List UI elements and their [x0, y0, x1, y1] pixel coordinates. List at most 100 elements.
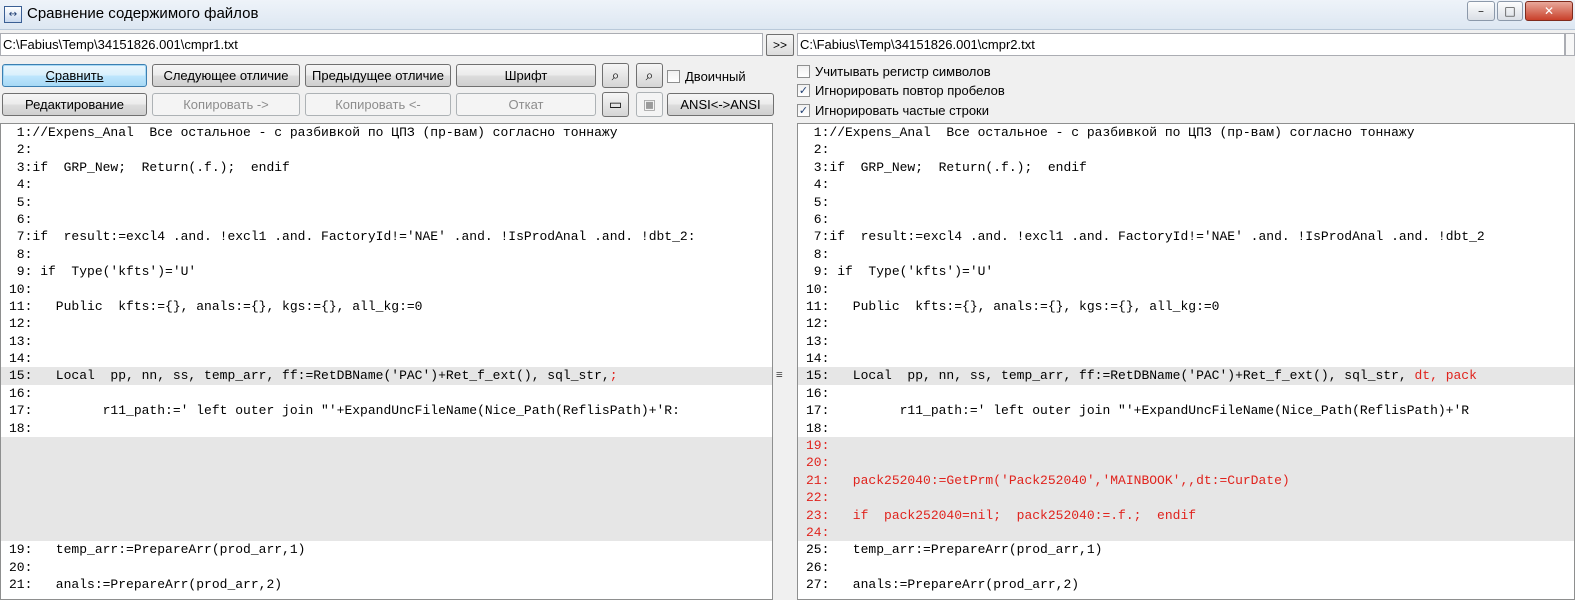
line-number: 8: — [9, 246, 33, 262]
left-lines: 1://Expens_Anal Все остальное - с разбив… — [1, 124, 772, 437]
compare-button[interactable]: Сравнить — [2, 64, 147, 87]
code-line[interactable]: 7:if result:=excl4 .and. !excl1 .and. Fa… — [798, 228, 1574, 245]
code-line[interactable]: 11: Public kfts:={}, anals:={}, kgs:={},… — [798, 298, 1574, 315]
code-line[interactable]: 14: — [798, 350, 1574, 367]
line-text: pack252040:=GetPrm('Pack252040','MAINBOO… — [829, 472, 1290, 488]
binoculars-plus-icon[interactable]: ⌕ — [636, 63, 663, 88]
ignore-spaces-checkbox[interactable]: ✓ — [797, 83, 810, 97]
binary-checkbox[interactable]: Двоичный — [667, 67, 746, 85]
line-text: if Type('kfts')='U' — [32, 264, 197, 280]
floppy-icon[interactable]: ▣ — [636, 92, 663, 117]
ignore-spaces-option[interactable]: ✓ Игнорировать повтор пробелов — [797, 81, 1005, 99]
code-line[interactable]: 4: — [798, 176, 1574, 193]
code-line[interactable]: 4: — [1, 176, 772, 193]
code-line[interactable]: 6: — [1, 211, 772, 228]
code-line[interactable]: 3:if GRP_New; Return(.f.); endif — [1, 159, 772, 176]
code-line[interactable]: 15: Local pp, nn, ss, temp_arr, ff:=RetD… — [1, 367, 772, 385]
code-line[interactable]: 26: — [798, 559, 1574, 576]
code-line[interactable]: 19: temp_arr:=PrepareArr(prod_arr,1) — [1, 541, 772, 558]
code-line[interactable]: 17: r11_path:=' left outer join "'+Expan… — [1, 402, 772, 419]
code-line[interactable]: 15: Local pp, nn, ss, temp_arr, ff:=RetD… — [798, 367, 1574, 385]
pane-splitter[interactable] — [773, 123, 797, 600]
code-line[interactable]: 7:if result:=excl4 .and. !excl1 .and. Fa… — [1, 228, 772, 245]
copy-left-button[interactable]: Копировать <- — [305, 93, 451, 116]
code-line[interactable]: 21: pack252040:=GetPrm('Pack252040','MAI… — [798, 471, 1574, 490]
diff-fragment: ; — [609, 368, 618, 384]
code-line[interactable]: 8: — [798, 246, 1574, 263]
code-line[interactable]: 10: — [1, 281, 772, 298]
left-file-path-input[interactable]: C:\Fabius\Temp\34151826.001\cmpr1.txt — [0, 33, 763, 56]
ignore-frequent-checkbox[interactable]: ✓ — [797, 103, 810, 117]
code-line[interactable]: 12: — [1, 315, 772, 332]
binoculars-icon[interactable]: ⌕ — [602, 63, 629, 88]
code-line[interactable]: 16: — [798, 385, 1574, 402]
swap-files-button[interactable]: >> — [766, 34, 794, 56]
code-line[interactable]: 21: anals:=PrepareArr(prod_arr,2) — [1, 576, 772, 593]
undo-button[interactable]: Откат — [456, 93, 596, 116]
code-line[interactable]: 10: — [798, 281, 1574, 298]
code-line[interactable]: 25: temp_arr:=PrepareArr(prod_arr,1) — [798, 541, 1574, 558]
right-text-pane[interactable]: 1://Expens_Anal Все остальное - с разбив… — [797, 123, 1575, 600]
prev-diff-button[interactable]: Предыдущее отличие — [305, 64, 451, 87]
code-line[interactable]: 9: if Type('kfts')='U' — [798, 263, 1574, 280]
minimize-button[interactable]: – — [1467, 1, 1495, 21]
line-number: 13: — [806, 333, 830, 349]
line-text: //Expens_Anal Все остальное - с разбивко… — [829, 125, 1415, 140]
code-line[interactable]: 5: — [1, 194, 772, 211]
right-path-browse-button[interactable] — [1565, 33, 1575, 56]
code-line[interactable]: 2: — [1, 141, 772, 158]
ignore-spaces-label: Игнорировать повтор пробелов — [815, 82, 1005, 98]
code-line[interactable]: 11: Public kfts:={}, anals:={}, kgs:={},… — [1, 298, 772, 315]
window-title: Сравнение содержимого файлов — [27, 5, 259, 22]
splitter-grip-icon[interactable]: ≡ — [776, 368, 783, 381]
line-number: 17: — [806, 403, 830, 419]
code-line[interactable]: 6: — [798, 211, 1574, 228]
code-line[interactable]: 14: — [1, 350, 772, 367]
ignore-frequent-option[interactable]: ✓ Игнорировать частые строки — [797, 101, 989, 119]
code-line[interactable]: 1://Expens_Anal Все остальное - с разбив… — [798, 124, 1574, 141]
ansi-button[interactable]: ANSI<->ANSI — [667, 93, 774, 116]
code-line[interactable]: 17: r11_path:=' left outer join "'+Expan… — [798, 402, 1574, 419]
code-line[interactable]: 13: — [798, 333, 1574, 350]
case-sensitive-checkbox[interactable] — [797, 64, 810, 78]
code-line[interactable]: 16: — [1, 385, 772, 402]
copy-right-button[interactable]: Копировать -> — [152, 93, 300, 116]
code-line[interactable]: 20: — [798, 454, 1574, 472]
case-sensitive-option[interactable]: Учитывать регистр символов — [797, 62, 991, 80]
maximize-button[interactable]: □ — [1497, 1, 1523, 21]
line-number: 27: — [806, 577, 830, 593]
line-text: r11_path:=' left outer join "'+ExpandUnc… — [829, 403, 1470, 419]
code-line[interactable]: 12: — [798, 315, 1574, 332]
case-sensitive-label: Учитывать регистр символов — [815, 63, 991, 79]
line-text: Local pp, nn, ss, temp_arr, ff:=RetDBNam… — [32, 368, 610, 384]
line-number: 14: — [806, 351, 830, 367]
code-line[interactable]: 24: — [798, 523, 1574, 542]
code-line[interactable]: 2: — [798, 141, 1574, 158]
left-text-pane[interactable]: 1://Expens_Anal Все остальное - с разбив… — [0, 123, 773, 600]
code-line[interactable]: 20: — [1, 559, 772, 576]
close-button[interactable]: ✕ — [1525, 1, 1573, 21]
code-line[interactable]: 1://Expens_Anal Все остальное - с разбив… — [1, 124, 772, 141]
code-line[interactable]: 18: — [1, 420, 772, 437]
code-line[interactable]: 22: — [798, 489, 1574, 507]
code-line[interactable]: 27: anals:=PrepareArr(prod_arr,2) — [798, 576, 1574, 593]
line-number: 2: — [9, 142, 33, 158]
code-line[interactable]: 9: if Type('kfts')='U' — [1, 263, 772, 280]
line-text: if result:=excl4 .and. !excl1 .and. Fact… — [829, 229, 1485, 245]
font-button[interactable]: Шрифт — [456, 64, 596, 87]
code-line[interactable]: 23: if pack252040=nil; pack252040:=.f.; … — [798, 506, 1574, 524]
edit-button[interactable]: Редактирование — [2, 93, 147, 116]
code-line[interactable]: 8: — [1, 246, 772, 263]
right-file-path-input[interactable]: C:\Fabius\Temp\34151826.001\cmpr2.txt — [797, 33, 1565, 56]
code-line[interactable]: 3:if GRP_New; Return(.f.); endif — [798, 159, 1574, 176]
next-diff-button[interactable]: Следующее отличие — [152, 64, 300, 87]
code-line[interactable]: 5: — [798, 194, 1574, 211]
binary-check-box[interactable] — [667, 69, 680, 83]
code-line[interactable]: 19: — [798, 437, 1574, 455]
line-number: 7: — [9, 229, 33, 245]
code-line[interactable]: 13: — [1, 333, 772, 350]
code-line[interactable]: 18: — [798, 420, 1574, 437]
window-icon[interactable]: ▭ — [602, 92, 629, 117]
line-number: 8: — [806, 246, 830, 262]
line-number: 21: — [9, 577, 33, 593]
